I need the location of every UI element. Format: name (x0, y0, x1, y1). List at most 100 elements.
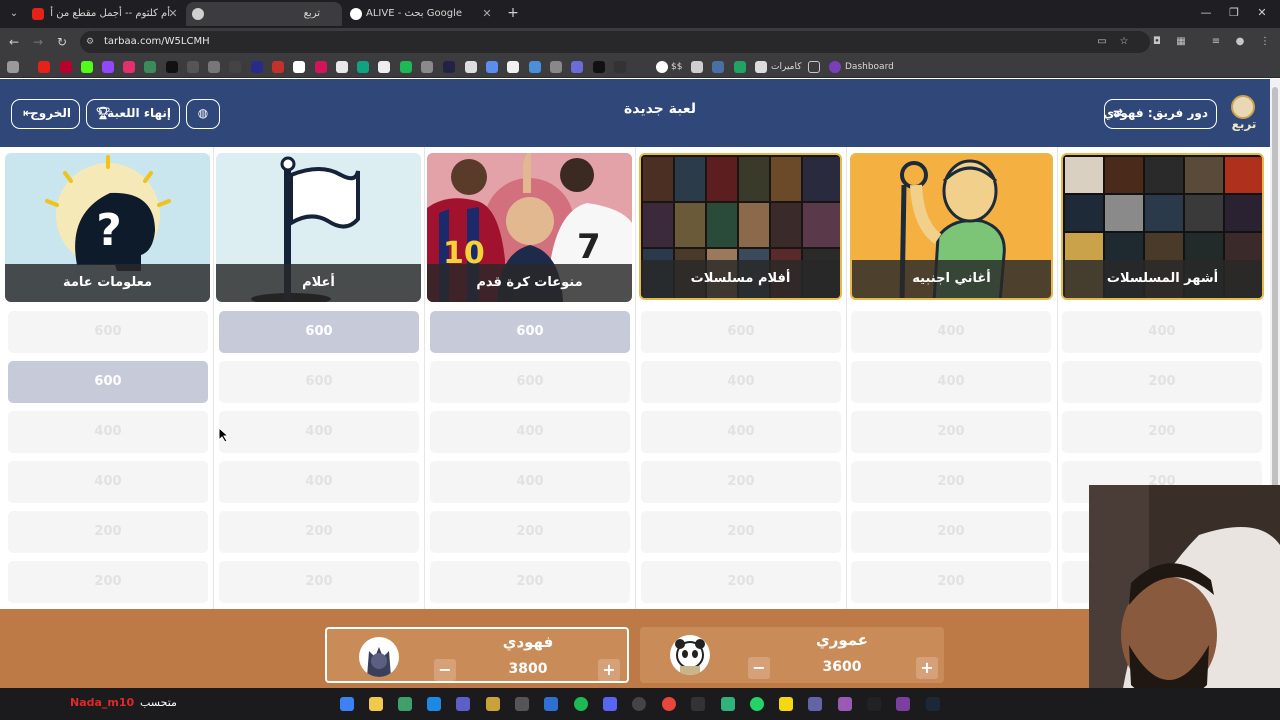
question-tile[interactable]: 200 (851, 461, 1051, 503)
question-tile[interactable]: 200 (851, 511, 1051, 553)
category-card-famous-series[interactable]: أشهر المسلسلات (1061, 153, 1264, 300)
bookmark-icon[interactable] (691, 61, 703, 73)
bookmark-icon[interactable] (315, 61, 327, 73)
bookmark-icon[interactable] (357, 61, 369, 73)
question-tile[interactable]: 600 (8, 311, 208, 353)
question-tile[interactable]: 200 (1062, 361, 1262, 403)
bookmark-google-icon[interactable] (656, 61, 668, 73)
taskbar-app-icon[interactable] (721, 697, 735, 711)
bookmark-cameras-icon[interactable] (755, 61, 767, 73)
whatsapp-icon[interactable] (750, 697, 764, 711)
bookmark-youtube-icon[interactable] (38, 61, 50, 73)
restore-icon[interactable]: ❐ (1224, 6, 1244, 22)
bookmark-x-icon[interactable] (166, 61, 178, 73)
bookmark-icon[interactable] (251, 61, 263, 73)
windows-start-icon[interactable] (340, 697, 354, 711)
question-tile[interactable]: 200 (8, 511, 208, 553)
question-tile[interactable]: 400 (219, 411, 419, 453)
taskbar-app-icon[interactable] (896, 697, 910, 711)
question-tile[interactable]: 600 (641, 311, 841, 353)
tab-google[interactable]: ALIVE - بحث Google ✕ (344, 2, 498, 26)
url-field[interactable]: ⚙ tarbaa.com/W5LCMH (80, 31, 1150, 53)
bookmark-icon[interactable] (507, 61, 519, 73)
file-explorer-icon[interactable] (369, 697, 383, 711)
category-card-general-info[interactable]: ? معلومات عامة (5, 153, 210, 302)
question-tile[interactable]: 200 (641, 461, 841, 503)
exit-button[interactable]: الخروج ⇤ (11, 99, 80, 129)
question-tile[interactable]: 200 (1062, 411, 1262, 453)
question-tile[interactable]: 400 (641, 411, 841, 453)
score-decrease-button[interactable]: − (748, 657, 770, 679)
question-tile[interactable]: 200 (8, 561, 208, 603)
bookmark-dashboard-icon[interactable] (829, 61, 841, 73)
security-icon[interactable] (544, 697, 558, 711)
question-tile[interactable]: 400 (641, 361, 841, 403)
category-card-flags[interactable]: أعلام (216, 153, 421, 302)
bookmark-icon[interactable] (60, 61, 72, 73)
end-game-button[interactable]: إنهاء اللعبة 🏆︎ (86, 99, 180, 129)
bookmark-icon[interactable] (486, 61, 498, 73)
bookmark-icon[interactable] (443, 61, 455, 73)
bookmark-icon[interactable] (400, 61, 412, 73)
question-tile[interactable]: 200 (430, 561, 630, 603)
question-tile[interactable]: 400 (219, 461, 419, 503)
forward-icon[interactable]: → (30, 34, 46, 50)
question-tile[interactable]: 600 (430, 361, 630, 403)
profile-icon[interactable]: ● (1233, 35, 1247, 49)
bookmark-star-icon[interactable]: ☆ (1117, 35, 1131, 49)
menu-icon[interactable]: ⋮ (1258, 35, 1272, 49)
score-increase-button[interactable]: + (598, 659, 620, 681)
bookmark-kick-icon[interactable] (81, 61, 93, 73)
bookmark-excel-icon[interactable] (734, 61, 746, 73)
question-tile[interactable]: 200 (641, 511, 841, 553)
question-tile[interactable]: 200 (851, 561, 1051, 603)
mail-icon[interactable] (427, 697, 441, 711)
bookmark-icon[interactable] (593, 61, 605, 73)
taskbar-app-icon[interactable] (456, 697, 470, 711)
sticky-notes-icon[interactable] (779, 697, 793, 711)
category-card-foreign-songs[interactable]: أغاني اجنبيه (850, 153, 1053, 300)
taskbar-4k-icon[interactable] (515, 697, 529, 711)
close-icon[interactable]: ✕ (480, 2, 494, 26)
new-tab-button[interactable]: + (504, 4, 522, 22)
bookmark-icon[interactable] (465, 61, 477, 73)
back-icon[interactable]: ← (6, 34, 22, 50)
tab-youtube[interactable]: أم كلثوم -- أجمل مقطع من أغنية ✕ (26, 2, 184, 26)
question-tile[interactable]: 200 (219, 511, 419, 553)
question-tile[interactable]: 400 (1062, 311, 1262, 353)
question-tile[interactable]: 600 (219, 361, 419, 403)
obs-icon[interactable] (632, 697, 646, 711)
bookmark-icon[interactable] (208, 61, 220, 73)
bookmark-icon[interactable] (336, 61, 348, 73)
question-tile[interactable]: 200 (219, 561, 419, 603)
site-logo[interactable]: تربع (1229, 95, 1257, 135)
question-tile[interactable]: 600 (8, 361, 208, 403)
taskbar-app-icon[interactable] (486, 697, 500, 711)
question-tile[interactable]: 200 (851, 411, 1051, 453)
steam-icon[interactable] (926, 697, 940, 711)
question-tile[interactable]: 400 (8, 411, 208, 453)
site-info-icon[interactable]: ⚙ (86, 36, 98, 48)
question-tile[interactable]: 400 (430, 411, 630, 453)
spotify-icon[interactable] (574, 697, 588, 711)
category-card-movies-series[interactable]: أفلام مسلسلات (639, 153, 842, 300)
bookmark-icon[interactable] (272, 61, 284, 73)
chrome-icon[interactable] (662, 697, 676, 711)
teams-icon[interactable] (808, 697, 822, 711)
close-icon[interactable]: ✕ (166, 2, 180, 26)
bookmark-icon[interactable] (550, 61, 562, 73)
score-increase-button[interactable]: + (916, 657, 938, 679)
question-tile[interactable]: 400 (430, 461, 630, 503)
bookmark-cameras[interactable]: كاميرات (771, 58, 802, 76)
question-tile[interactable]: 200 (430, 511, 630, 553)
bookmark-icon[interactable] (529, 61, 541, 73)
bookmark-icon[interactable] (712, 61, 724, 73)
minimize-icon[interactable]: — (1196, 6, 1216, 22)
extensions-icon[interactable]: ▦ (1174, 35, 1188, 49)
bookmark-icon[interactable] (144, 61, 156, 73)
bookmark-instagram-icon[interactable] (123, 61, 135, 73)
discord-icon[interactable] (603, 697, 617, 711)
bookmark-icon[interactable] (614, 61, 626, 73)
taskbar-app-icon[interactable] (838, 697, 852, 711)
bookmark-dollar[interactable]: $$ (671, 58, 682, 76)
